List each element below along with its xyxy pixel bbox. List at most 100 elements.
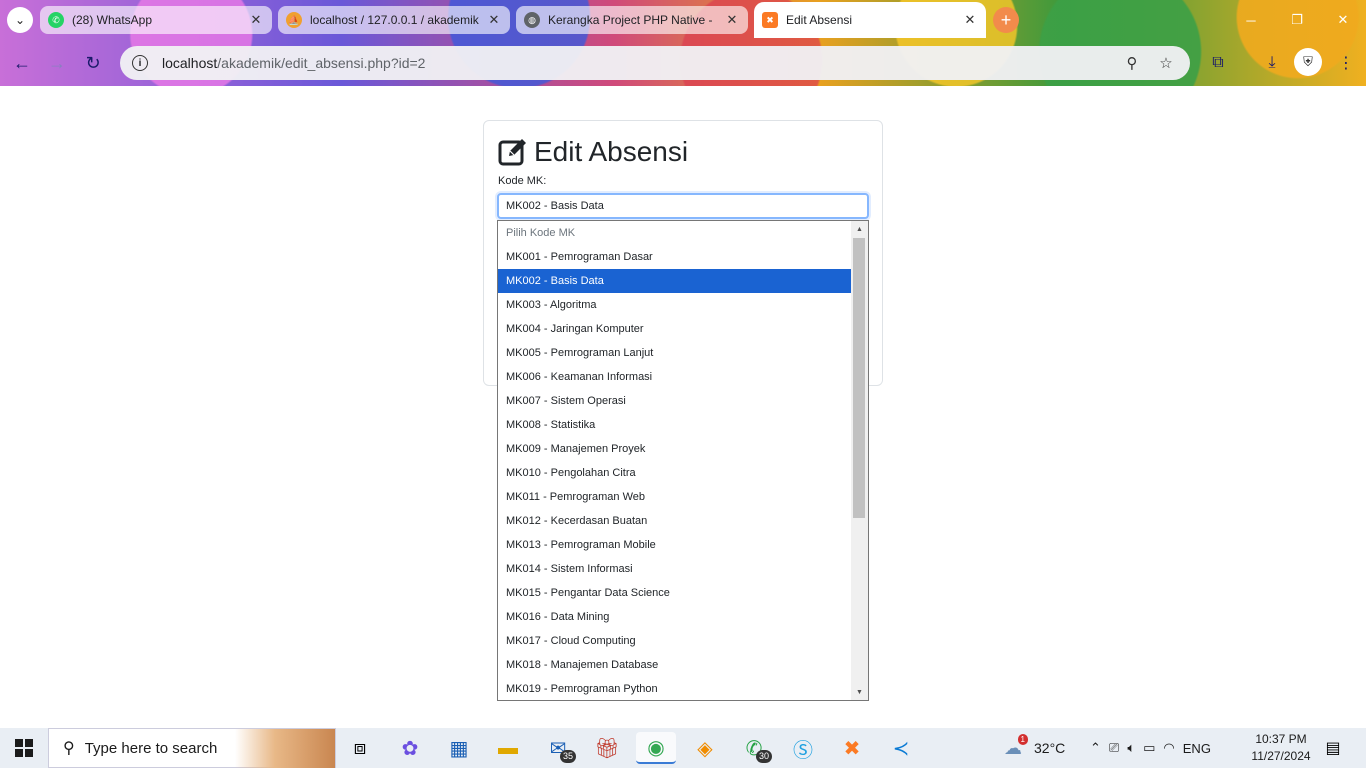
bookmark-star-icon[interactable]: ☆ [1154,54,1178,72]
tab-search-button[interactable]: ⌄ [7,7,33,33]
language-indicator[interactable]: ENG [1183,741,1211,756]
dropdown-option[interactable]: MK015 - Pengantar Data Science [498,581,852,605]
minimize-button[interactable]: ─ [1228,0,1274,40]
store-button[interactable]: ▦ [439,732,479,764]
page-title: Edit Absensi [498,135,868,169]
tab-whatsapp[interactable]: ✆ (28) WhatsApp ✕ [40,6,272,34]
start-button[interactable] [0,728,48,768]
taskbar-clock[interactable]: 10:37 PM 11/27/2024 [1246,731,1316,765]
tab-kerangka-project[interactable]: ◍ Kerangka Project PHP Native - ✕ [516,6,748,34]
sublime-button[interactable]: ◈ [685,732,725,764]
close-icon[interactable]: ✕ [486,12,502,28]
new-tab-button[interactable]: + [993,7,1019,33]
download-icon: ⤓ [1268,54,1276,71]
dropdown-option[interactable]: MK017 - Cloud Computing [498,629,852,653]
dropdown-scrollbar[interactable]: ▲ ▼ [851,221,868,700]
dropdown-option[interactable]: MK019 - Pemrograman Python [498,677,852,700]
arrow-left-icon: ← [13,52,31,73]
battery-icon[interactable]: ▭ [1143,740,1155,756]
kode-mk-dropdown-list[interactable]: Pilih Kode MK MK001 - Pemrograman Dasar M… [497,220,869,701]
kode-mk-label: Kode MK: [498,175,547,187]
dropdown-option[interactable]: MK001 - Pemrograman Dasar [498,245,852,269]
dropdown-option[interactable]: MK005 - Pemrograman Lanjut [498,341,852,365]
tab-strip: ⌄ ✆ (28) WhatsApp ✕ ⛵ localhost / 127.0.… [0,0,1366,40]
tab-title: localhost / 127.0.0.1 / akademik [310,13,479,27]
downloads-button[interactable]: ⤓ [1259,50,1285,76]
temperature-text: 32°C [1034,740,1066,756]
system-tray: ⌃ ⎚ 🔈︎ ▭ ◠ ENG [1090,728,1211,768]
store-icon: ▦ [449,737,469,760]
taskbar-search[interactable]: ⚲ Type here to search [48,728,336,768]
speaker-icon[interactable]: 🔈︎ [1127,740,1135,756]
dropdown-option[interactable]: MK008 - Statistika [498,413,852,437]
dropdown-option[interactable]: MK002 - Basis Data [498,269,852,293]
chevron-down-icon: ⌄ [14,13,26,27]
close-icon[interactable]: ✕ [248,12,264,28]
url-text: localhost/akademik/edit_absensi.php?id=2 [162,55,1110,71]
restore-button[interactable]: ❐ [1274,0,1320,40]
arrow-right-icon: → [48,52,66,73]
dropdown-options: Pilih Kode MK MK001 - Pemrograman Dasar M… [498,221,852,700]
wifi-icon[interactable]: ◠ [1163,740,1174,756]
reload-button[interactable]: ↻ [80,50,106,76]
dropdown-option[interactable]: MK006 - Keamanan Informasi [498,365,852,389]
copilot-button[interactable]: ✿ [390,732,430,764]
whatsapp-badge: 30 [755,750,772,763]
weather-cloud-icon: ☁ 1 [1004,733,1028,759]
scroll-up-arrow-icon[interactable]: ▲ [851,221,868,237]
dropdown-option[interactable]: MK003 - Algoritma [498,293,852,317]
dropdown-option[interactable]: MK009 - Manajemen Proyek [498,437,852,461]
skype-icon: Ⓢ [793,739,813,762]
dropdown-option[interactable]: MK004 - Jaringan Komputer [498,317,852,341]
dropdown-option[interactable]: MK013 - Pemrograman Mobile [498,533,852,557]
browser-menu-button[interactable]: ⋮ [1333,50,1359,76]
vscode-button[interactable]: ≺ [881,732,921,764]
page-title-text: Edit Absensi [534,136,689,167]
plus-icon: + [1000,9,1012,30]
chevron-up-icon[interactable]: ⌃ [1090,740,1101,756]
window-controls: ─ ❐ ✕ [1228,0,1366,40]
notification-icon[interactable]: ▤ [1322,738,1344,758]
edit-icon [498,139,526,166]
skype-button[interactable]: Ⓢ [783,732,823,764]
xampp-button[interactable]: ✖ [832,732,872,764]
globe-icon: ◍ [524,12,540,28]
back-button[interactable]: ← [9,50,35,76]
site-info-icon[interactable]: i [132,55,148,71]
forward-button[interactable]: → [44,50,70,76]
scrollbar-thumb[interactable] [853,238,865,518]
close-icon[interactable]: ✕ [724,12,740,28]
zoom-icon[interactable]: ⚲ [1120,54,1144,72]
tab-phpmyadmin[interactable]: ⛵ localhost / 127.0.0.1 / akademik ✕ [278,6,510,34]
clock-date: 11/27/2024 [1251,749,1311,763]
phpmyadmin-icon: ⛵ [286,12,302,28]
gift-icon: 🎁︎ [594,737,620,760]
meet-now-icon[interactable]: ⎚ [1109,740,1119,756]
kode-mk-select[interactable]: MK002 - Basis Data [497,193,869,219]
dropdown-option[interactable]: MK016 - Data Mining [498,605,852,629]
dropdown-option[interactable]: MK012 - Kecerdasan Buatan [498,509,852,533]
close-icon[interactable]: ✕ [962,12,978,28]
window-close-button[interactable]: ✕ [1320,0,1366,40]
file-explorer-button[interactable]: ▬ [488,732,528,764]
weather-widget[interactable]: ☁ 1 32°C [1004,728,1065,768]
task-view-button[interactable]: ⧈ [340,732,380,764]
profile-avatar[interactable]: ⛨ [1294,48,1322,76]
dropdown-option-placeholder[interactable]: Pilih Kode MK [498,221,852,245]
dropdown-option[interactable]: MK007 - Sistem Operasi [498,389,852,413]
browser-toolbar: ← → ↻ i localhost/akademik/edit_absensi.… [0,40,1366,86]
whatsapp-taskbar-button[interactable]: ✆ 30 [734,732,774,764]
chrome-button[interactable]: ◉ [636,732,676,764]
extensions-button[interactable]: ⧉ [1205,50,1231,76]
dropdown-option[interactable]: MK011 - Pemrograman Web [498,485,852,509]
dropdown-option[interactable]: MK018 - Manajemen Database [498,653,852,677]
dropdown-option[interactable]: MK010 - Pengolahan Citra [498,461,852,485]
search-placeholder: Type here to search [84,739,218,757]
tab-edit-absensi[interactable]: ✖ Edit Absensi ✕ [754,2,986,38]
scroll-down-arrow-icon[interactable]: ▼ [851,684,868,700]
mail-button[interactable]: ✉ 35 [538,732,578,764]
address-bar[interactable]: i localhost/akademik/edit_absensi.php?id… [120,46,1190,80]
gift-app-button[interactable]: 🎁︎ [587,732,627,764]
dropdown-option[interactable]: MK014 - Sistem Informasi [498,557,852,581]
reload-icon: ↻ [85,52,101,73]
